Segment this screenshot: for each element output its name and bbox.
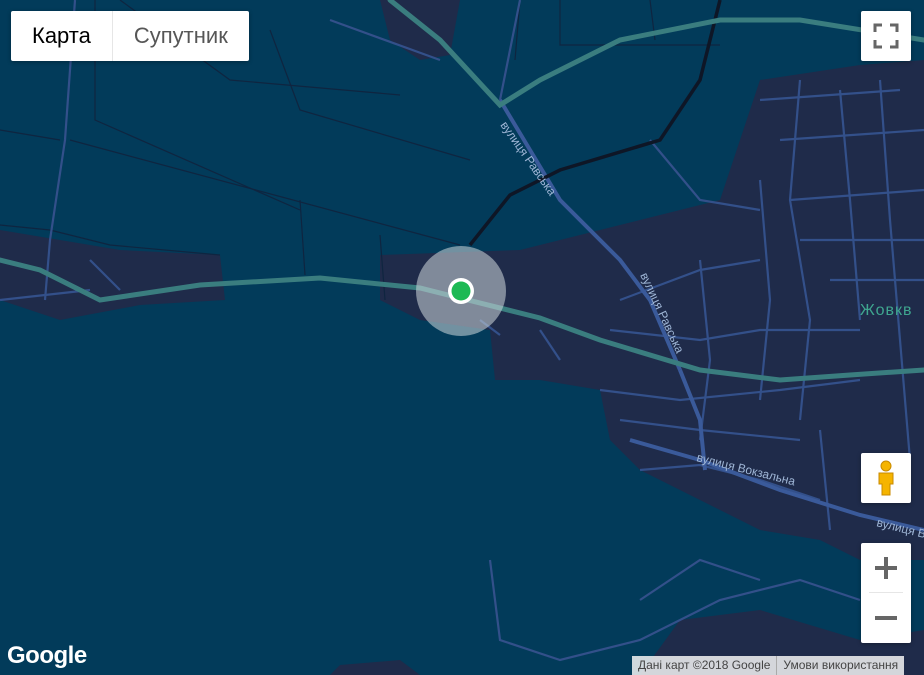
location-marker[interactable] — [416, 246, 506, 336]
pegman-icon — [878, 460, 894, 496]
plus-icon — [875, 557, 897, 579]
zoom-divider — [869, 592, 903, 593]
map-canvas[interactable]: вулиця Равська вулиця Равська вулиця Вок… — [0, 0, 924, 675]
map-type-map-button[interactable]: Карта — [11, 11, 113, 61]
map-data-attribution: Дані карт ©2018 Google — [632, 656, 777, 675]
terms-of-use-link[interactable]: Умови використання — [776, 656, 905, 675]
minus-icon — [875, 616, 897, 620]
zoom-control — [861, 543, 911, 643]
map-type-control: Карта Супутник — [11, 11, 249, 61]
google-logo[interactable]: Google — [7, 642, 87, 670]
zoom-in-button[interactable] — [861, 543, 911, 593]
street-view-button[interactable] — [861, 453, 911, 503]
attribution-bar: Дані карт ©2018 Google Умови використанн… — [632, 656, 905, 675]
town-label: Жовкв — [860, 302, 913, 319]
fullscreen-icon — [873, 23, 899, 49]
zoom-out-button[interactable] — [861, 593, 911, 643]
map-type-satellite-button[interactable]: Супутник — [113, 11, 249, 61]
fullscreen-button[interactable] — [861, 11, 911, 61]
